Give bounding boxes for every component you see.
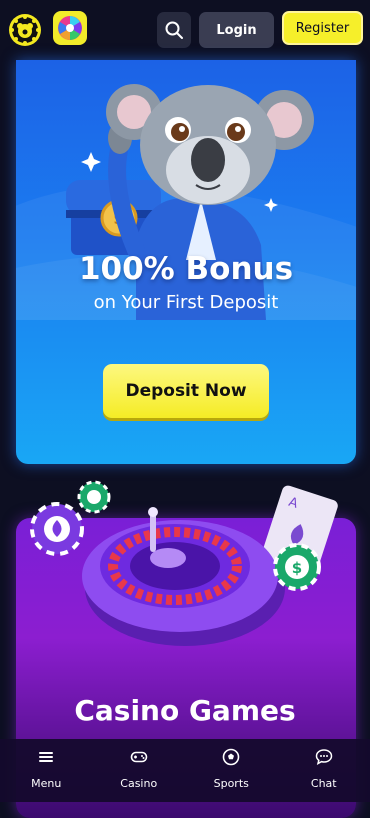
chat-bubble-icon (315, 748, 333, 766)
logo-icon[interactable] (8, 13, 42, 47)
bottom-navigation: Menu Casino Sports Chat (0, 739, 370, 802)
promo-title: 100% Bonus (16, 251, 356, 287)
nav-label-casino: Casino (93, 777, 186, 790)
nav-item-sports[interactable]: Sports (185, 739, 278, 802)
svg-text:$: $ (292, 559, 302, 577)
top-header: Login Register (0, 0, 370, 62)
nav-label-menu: Menu (0, 777, 93, 790)
nav-label-chat: Chat (278, 777, 370, 790)
casino-games-title: Casino Games (0, 694, 370, 727)
soccer-ball-icon (222, 748, 240, 766)
nav-label-sports: Sports (185, 777, 278, 790)
hamburger-icon (37, 748, 55, 766)
wheel-icon (57, 15, 83, 41)
nav-item-chat[interactable]: Chat (278, 739, 370, 802)
gamepad-icon (130, 748, 148, 766)
promo-subtitle: on Your First Deposit (16, 292, 356, 313)
login-button[interactable]: Login (199, 12, 274, 48)
wheel-button[interactable] (53, 11, 87, 45)
search-button[interactable] (157, 12, 191, 48)
register-button[interactable]: Register (282, 11, 363, 45)
search-icon (164, 20, 184, 40)
bonus-promo-card[interactable]: $ 100% Bonus on Your First Deposit Depos… (16, 60, 356, 464)
roulette-illustration: A $ (0, 476, 370, 676)
deposit-now-button[interactable]: Deposit Now (103, 364, 269, 418)
nav-item-menu[interactable]: Menu (0, 739, 93, 802)
nav-item-casino[interactable]: Casino (93, 739, 186, 802)
